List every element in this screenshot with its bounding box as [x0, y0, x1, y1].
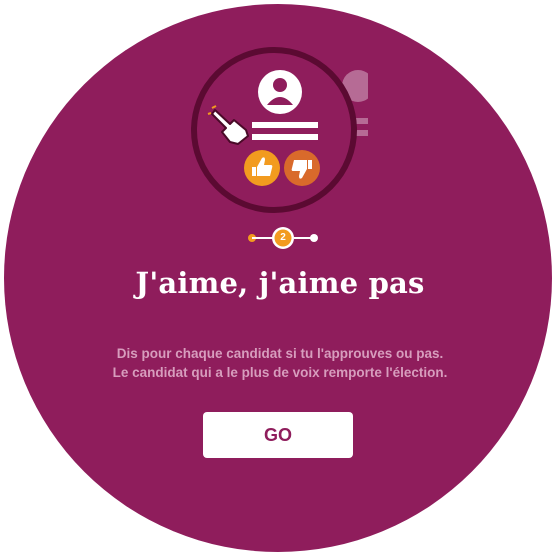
screen-title: J'aime, j'aime pas: [135, 266, 425, 300]
description-line-1: Dis pour chaque candidat si tu l'approuv…: [116, 346, 444, 361]
candidate-party-line: [252, 134, 318, 140]
thumbs-down-icon: [284, 150, 320, 186]
go-button[interactable]: GO: [203, 412, 353, 458]
description-line-2: Le candidat qui a le plus de voix rempor…: [112, 365, 448, 380]
user-avatar-icon: [258, 70, 302, 114]
step-indicator: 2: [246, 226, 322, 250]
screen-description: Dis pour chaque candidat si tu l'approuv…: [4, 344, 552, 382]
current-step-number: 2: [280, 232, 286, 243]
thumbs-up-icon: [244, 150, 280, 186]
watch-face: 2 J'aime, j'aime pas Dis pour chaque can…: [4, 4, 552, 552]
tutorial-illustration: [191, 47, 368, 213]
candidate-name-line: [252, 122, 318, 128]
